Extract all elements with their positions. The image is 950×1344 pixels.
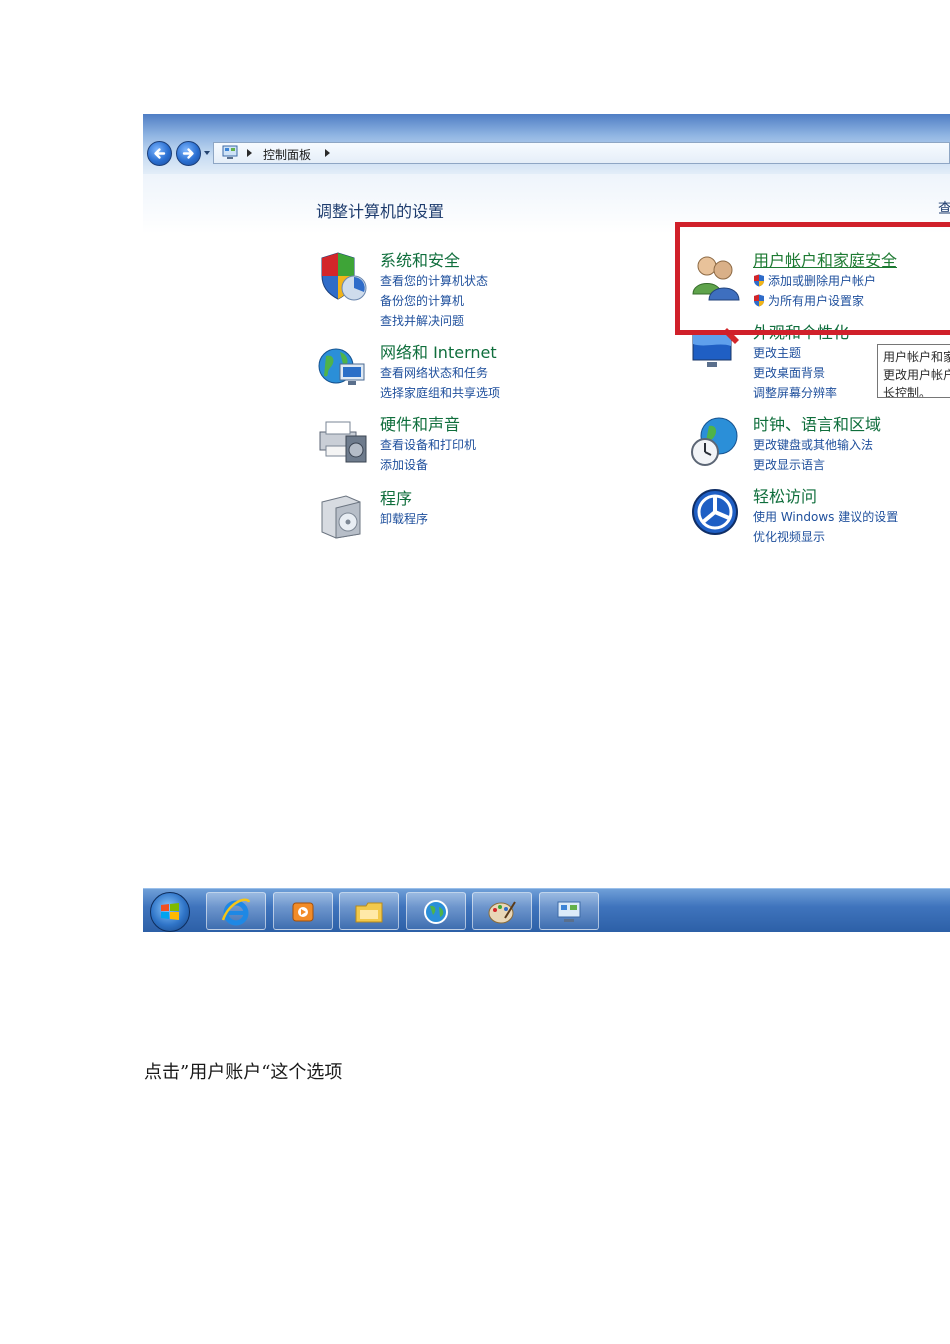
caption-text: 点击”用户账户“这个选项 — [144, 1062, 343, 1083]
programs-box-icon — [321, 495, 361, 539]
internet-explorer-icon — [221, 898, 251, 926]
link-network-status[interactable]: 查看网络状态和任务 — [380, 363, 500, 383]
forward-button[interactable] — [176, 141, 201, 166]
taskbar-media-player[interactable] — [273, 892, 333, 930]
link-desktop-background[interactable]: 更改桌面背景 — [753, 363, 849, 383]
tooltip-line: 长控制。 — [883, 386, 932, 398]
link-keyboard-input[interactable]: 更改键盘或其他输入法 — [753, 435, 881, 455]
link-troubleshoot[interactable]: 查找并解决问题 — [380, 311, 488, 331]
category-title[interactable]: 时钟、语言和区域 — [753, 414, 881, 435]
folder-icon — [355, 902, 383, 923]
media-player-icon — [292, 902, 314, 922]
link-homegroup-sharing[interactable]: 选择家庭组和共享选项 — [380, 383, 500, 403]
breadcrumb-chevron-icon[interactable] — [325, 149, 330, 157]
highlight-frame — [675, 222, 950, 335]
breadcrumb-control-panel[interactable]: 控制面板 — [263, 146, 311, 163]
page-title: 调整计算机的设置 — [316, 202, 445, 221]
control-panel-icon — [222, 145, 238, 159]
paint-palette-icon — [488, 901, 516, 924]
arrow-right-icon — [182, 148, 194, 159]
shield-icon — [321, 252, 367, 301]
category-title[interactable]: 系统和安全 — [380, 250, 488, 271]
view-by-label[interactable]: 查 — [938, 198, 950, 218]
category-title[interactable]: 轻松访问 — [753, 486, 898, 507]
recent-pages-dropdown[interactable] — [204, 151, 210, 155]
link-add-device[interactable]: 添加设备 — [380, 455, 476, 475]
window-address-bar: 控制面板 — [143, 114, 950, 174]
category-title[interactable]: 程序 — [380, 488, 428, 509]
windows-logo-icon — [161, 903, 179, 920]
taskbar-paint[interactable] — [472, 892, 532, 930]
link-recommended-settings[interactable]: 使用 Windows 建议的设置 — [753, 507, 898, 527]
control-panel-icon — [557, 901, 581, 922]
taskbar — [143, 888, 950, 932]
taskbar-internet-explorer[interactable] — [206, 892, 266, 930]
back-button[interactable] — [147, 141, 172, 166]
link-change-theme[interactable]: 更改主题 — [753, 343, 849, 363]
taskbar-file-explorer[interactable] — [339, 892, 399, 930]
breadcrumb-separator-icon — [247, 149, 252, 157]
link-uninstall-program[interactable]: 卸载程序 — [380, 509, 428, 529]
category-title[interactable]: 网络和 Internet — [380, 342, 500, 363]
tooltip: 用户帐户和家 更改用户帐户 长控制。 — [877, 344, 950, 398]
category-title[interactable]: 硬件和声音 — [380, 414, 476, 435]
start-button[interactable] — [150, 892, 190, 932]
tooltip-line: 用户帐户和家 — [883, 350, 950, 364]
link-view-computer-status[interactable]: 查看您的计算机状态 — [380, 271, 488, 291]
link-optimize-display[interactable]: 优化视频显示 — [753, 527, 898, 547]
address-bar[interactable]: 控制面板 — [213, 142, 950, 164]
clock-globe-icon — [691, 417, 738, 466]
link-backup-computer[interactable]: 备份您的计算机 — [380, 291, 488, 311]
ease-of-access-icon — [692, 489, 738, 535]
arrow-left-icon — [154, 148, 166, 159]
link-devices-printers[interactable]: 查看设备和打印机 — [380, 435, 476, 455]
taskbar-control-panel[interactable] — [539, 892, 599, 930]
printer-icon — [319, 421, 367, 463]
screenshot: 控制面板 调整计算机的设置 查 系统和安全 查看您的计算机状态 备份您的计算机 … — [143, 114, 950, 932]
tooltip-line: 更改用户帐户 — [883, 368, 950, 382]
link-display-language[interactable]: 更改显示语言 — [753, 455, 881, 475]
network-globe-icon — [318, 348, 365, 385]
globe-icon — [424, 900, 448, 924]
link-screen-resolution[interactable]: 调整屏幕分辨率 — [753, 383, 849, 403]
taskbar-network-globe[interactable] — [406, 892, 466, 930]
